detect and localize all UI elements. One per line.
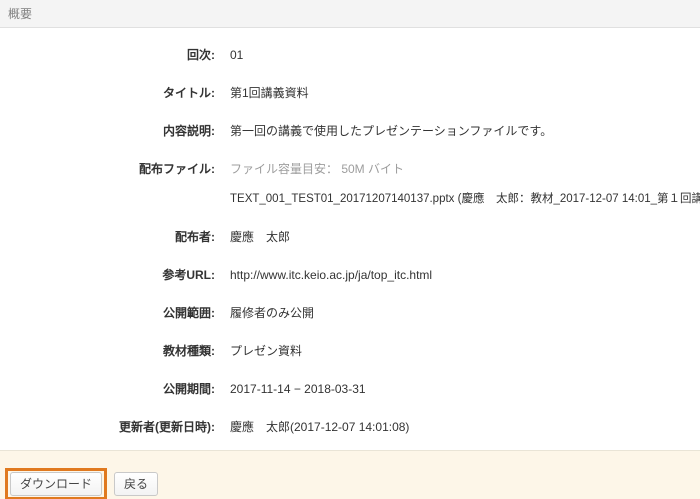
- detail-row: 更新者(更新日時): 慶應 太郎(2017-12-07 14:01:08): [0, 417, 690, 437]
- detail-row: 配布者: 慶應 太郎: [0, 227, 690, 247]
- detail-row: 参考URL: http://www.itc.keio.ac.jp/ja/top_…: [0, 265, 690, 285]
- field-value: プレゼン資料: [230, 341, 302, 361]
- field-value: 01: [230, 45, 243, 65]
- file-size-hint: ファイル容量目安： 50M バイト: [230, 159, 700, 179]
- field-value: 第一回の講義で使用したプレゼンテーションファイルです。: [230, 121, 552, 141]
- field-label: 内容説明:: [0, 121, 215, 141]
- field-label: 配布者:: [0, 227, 215, 247]
- field-value: 2017-11-14 − 2018-03-31: [230, 379, 366, 399]
- detail-row: 公開範囲: 履修者のみ公開: [0, 303, 690, 323]
- page-header: 概要: [0, 0, 700, 28]
- field-label: 参考URL:: [0, 265, 215, 285]
- detail-row: 公開期間: 2017-11-14 − 2018-03-31: [0, 379, 690, 399]
- field-value: 慶應 太郎: [230, 227, 290, 247]
- back-button[interactable]: 戻る: [114, 472, 158, 496]
- field-value: ファイル容量目安： 50M バイト TEXT_001_TEST01_2017120…: [230, 159, 700, 209]
- field-label: 回次:: [0, 45, 215, 65]
- field-label: タイトル:: [0, 83, 215, 103]
- field-label: 教材種類:: [0, 341, 215, 361]
- detail-row: 配布ファイル: ファイル容量目安： 50M バイトTEXT_001_TEST01…: [0, 159, 690, 209]
- footer-bar: ダウンロード戻る: [0, 450, 700, 499]
- field-label: 更新者(更新日時):: [0, 417, 215, 437]
- detail-form: 回次: 01 タイトル: 第1回講義資料 内容説明: 第一回の講義で使用したプレ…: [0, 28, 700, 437]
- material-overview-page: 概要 回次: 01 タイトル: 第1回講義資料 内容説明: 第一回の講義で使用し…: [0, 0, 700, 499]
- page-title: 概要: [8, 7, 32, 21]
- detail-row: 回次: 01: [0, 45, 690, 65]
- field-label: 公開期間:: [0, 379, 215, 399]
- field-value: 慶應 太郎(2017-12-07 14:01:08): [230, 417, 409, 437]
- field-value: 第1回講義資料: [230, 83, 309, 103]
- file-name: TEXT_001_TEST01_20171207140137.pptx (慶應 …: [230, 189, 700, 209]
- field-value: 履修者のみ公開: [230, 303, 314, 323]
- detail-row: 内容説明: 第一回の講義で使用したプレゼンテーションファイルです。: [0, 121, 690, 141]
- field-label: 公開範囲:: [0, 303, 215, 323]
- field-value: http://www.itc.keio.ac.jp/ja/top_itc.htm…: [230, 265, 432, 285]
- detail-row: 教材種類: プレゼン資料: [0, 341, 690, 361]
- download-button-highlight: ダウンロード: [5, 468, 107, 499]
- download-button[interactable]: ダウンロード: [10, 472, 102, 496]
- field-label: 配布ファイル:: [0, 159, 215, 179]
- detail-row: タイトル: 第1回講義資料: [0, 83, 690, 103]
